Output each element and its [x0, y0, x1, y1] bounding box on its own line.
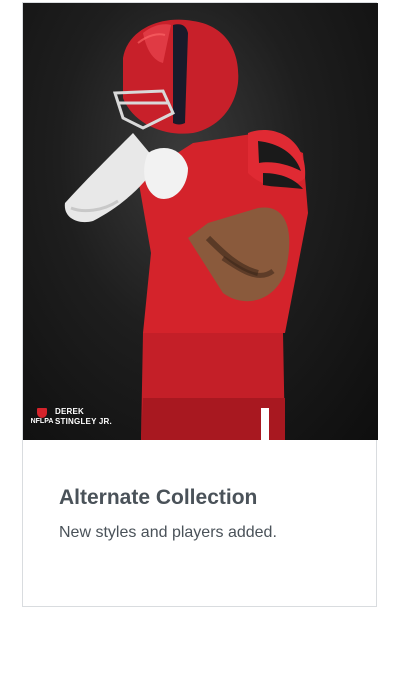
card-content[interactable]: Alternate Collection New styles and play… — [59, 485, 359, 543]
hero-image[interactable]: NFLPA DEREK STINGLEY JR. — [23, 3, 378, 440]
player-tag: NFLPA DEREK STINGLEY JR. — [31, 407, 112, 427]
product-card[interactable]: NFLPA DEREK STINGLEY JR. Alternate Colle… — [22, 2, 378, 607]
player-name: DEREK STINGLEY JR. — [55, 407, 112, 427]
nflpa-logo: NFLPA — [31, 408, 53, 426]
player-name-line2: STINGLEY JR. — [55, 417, 112, 426]
player-name-line1: DEREK — [55, 407, 85, 416]
nflpa-shield-icon — [37, 408, 47, 418]
card-title[interactable]: Alternate Collection — [59, 485, 359, 511]
player-photo — [64, 19, 308, 440]
card-subtitle: New styles and players added. — [59, 524, 277, 541]
nflpa-logo-text: NFLPA — [30, 418, 54, 425]
